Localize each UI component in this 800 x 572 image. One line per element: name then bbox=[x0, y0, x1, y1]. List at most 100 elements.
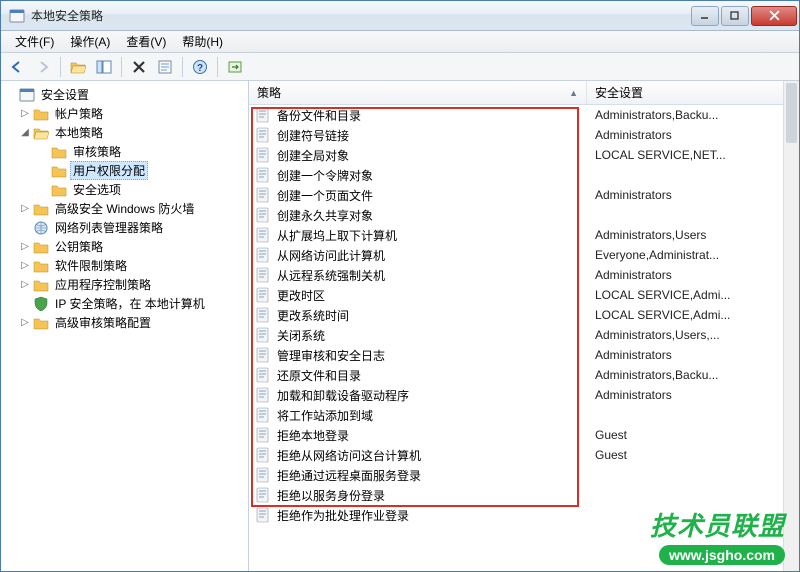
export-button[interactable] bbox=[223, 55, 247, 79]
expand-icon[interactable]: ▷ bbox=[19, 317, 31, 328]
policy-row[interactable]: 从远程系统强制关机Administrators bbox=[249, 265, 799, 285]
policy-icon bbox=[255, 147, 271, 163]
policy-row[interactable]: 将工作站添加到域 bbox=[249, 405, 799, 425]
scrollbar-thumb[interactable] bbox=[786, 83, 797, 143]
policy-row[interactable]: 拒绝通过远程桌面服务登录 bbox=[249, 465, 799, 485]
policy-name: 更改时区 bbox=[277, 287, 325, 304]
policy-name: 从远程系统强制关机 bbox=[277, 267, 385, 284]
tree-label: 高级审核策略配置 bbox=[52, 313, 154, 332]
column-setting[interactable]: 安全设置 bbox=[587, 81, 799, 104]
policy-name: 拒绝作为批处理作业登录 bbox=[277, 507, 409, 524]
tree-app-control[interactable]: ▷ 应用程序控制策略 bbox=[1, 275, 248, 294]
column-policy[interactable]: 策略▲ bbox=[249, 81, 587, 104]
policy-name: 创建永久共享对象 bbox=[277, 207, 373, 224]
expand-icon[interactable]: ▷ bbox=[19, 203, 31, 214]
policy-row[interactable]: 更改系统时间LOCAL SERVICE,Admi... bbox=[249, 305, 799, 325]
tree-label: 本地策略 bbox=[52, 123, 106, 142]
policy-row[interactable]: 拒绝本地登录Guest bbox=[249, 425, 799, 445]
tree-label: 用户权限分配 bbox=[70, 161, 148, 180]
menu-help[interactable]: 帮助(H) bbox=[174, 33, 231, 50]
menu-action[interactable]: 操作(A) bbox=[62, 33, 118, 50]
policy-setting: Administrators bbox=[587, 388, 799, 402]
policy-row[interactable]: 备份文件和目录Administrators,Backu... bbox=[249, 105, 799, 125]
watermark-title: 技术员联盟 bbox=[650, 506, 785, 543]
policy-setting: LOCAL SERVICE,Admi... bbox=[587, 308, 799, 322]
policy-icon bbox=[255, 107, 271, 123]
tree-public-key[interactable]: ▷ 公钥策略 bbox=[1, 237, 248, 256]
policy-icon bbox=[255, 367, 271, 383]
policy-row[interactable]: 创建永久共享对象 bbox=[249, 205, 799, 225]
policy-row[interactable]: 还原文件和目录Administrators,Backu... bbox=[249, 365, 799, 385]
close-button[interactable] bbox=[751, 6, 797, 26]
policy-setting: Administrators,Users bbox=[587, 228, 799, 242]
tree-label: 高级安全 Windows 防火墙 bbox=[52, 199, 197, 218]
tree-security-options[interactable]: 安全选项 bbox=[1, 180, 248, 199]
policy-row[interactable]: 创建一个页面文件Administrators bbox=[249, 185, 799, 205]
policy-setting: LOCAL SERVICE,Admi... bbox=[587, 288, 799, 302]
policy-row[interactable]: 管理审核和安全日志 Administrators bbox=[249, 345, 799, 365]
tree-root[interactable]: 安全设置 bbox=[1, 85, 248, 104]
policy-row[interactable]: 创建符号链接Administrators bbox=[249, 125, 799, 145]
policy-row[interactable]: 拒绝以服务身份登录 bbox=[249, 485, 799, 505]
collapse-icon[interactable]: ◢ bbox=[19, 127, 31, 138]
tree-label: 审核策略 bbox=[70, 142, 124, 161]
policy-name: 加载和卸载设备驱动程序 bbox=[277, 387, 409, 404]
tree-nlm[interactable]: 网络列表管理器策略 bbox=[1, 218, 248, 237]
expand-icon[interactable]: ▷ bbox=[19, 241, 31, 252]
policy-icon bbox=[255, 287, 271, 303]
tree-pane[interactable]: 安全设置 ▷ 帐户策略 ◢ 本地策略 审核策略 用户权限分配 安全选项 ▷ 高级安全 … bbox=[1, 81, 249, 571]
delete-button[interactable] bbox=[127, 55, 151, 79]
tree-label: 软件限制策略 bbox=[52, 256, 130, 275]
expand-icon[interactable]: ▷ bbox=[19, 279, 31, 290]
policy-icon bbox=[255, 427, 271, 443]
policy-icon bbox=[255, 467, 271, 483]
vertical-scrollbar[interactable] bbox=[783, 81, 799, 571]
menu-view[interactable]: 查看(V) bbox=[118, 33, 174, 50]
forward-button[interactable] bbox=[31, 55, 55, 79]
tree-label: 帐户策略 bbox=[52, 104, 106, 123]
maximize-button[interactable] bbox=[721, 6, 749, 26]
tree-label: IP 安全策略，在 本地计算机 bbox=[52, 294, 208, 313]
tree-srp[interactable]: ▷ 软件限制策略 bbox=[1, 256, 248, 275]
policy-row[interactable]: 从扩展坞上取下计算机Administrators,Users bbox=[249, 225, 799, 245]
policy-row[interactable]: 拒绝从网络访问这台计算机Guest bbox=[249, 445, 799, 465]
policy-setting: Everyone,Administrat... bbox=[587, 248, 799, 262]
policy-setting: Administrators,Users,... bbox=[587, 328, 799, 342]
policy-row[interactable]: 创建全局对象LOCAL SERVICE,NET... bbox=[249, 145, 799, 165]
tree-account-policies[interactable]: ▷ 帐户策略 bbox=[1, 104, 248, 123]
tree-label: 应用程序控制策略 bbox=[52, 275, 154, 294]
policy-name: 从网络访问此计算机 bbox=[277, 247, 385, 264]
tree-user-rights[interactable]: 用户权限分配 bbox=[1, 161, 248, 180]
policy-row[interactable]: 从网络访问此计算机 Everyone,Administrat... bbox=[249, 245, 799, 265]
policy-setting: Guest bbox=[587, 448, 799, 462]
window-buttons bbox=[691, 6, 799, 26]
policy-row[interactable]: 创建一个令牌对象 bbox=[249, 165, 799, 185]
properties-button[interactable] bbox=[153, 55, 177, 79]
policy-row[interactable]: 更改时区 LOCAL SERVICE,Admi... bbox=[249, 285, 799, 305]
sort-asc-icon: ▲ bbox=[569, 88, 578, 98]
tree-label: 公钥策略 bbox=[52, 237, 106, 256]
back-button[interactable] bbox=[5, 55, 29, 79]
tree-label: 安全设置 bbox=[38, 85, 92, 104]
policy-icon bbox=[255, 387, 271, 403]
show-hide-tree-button[interactable] bbox=[92, 55, 116, 79]
tree-adv-audit[interactable]: ▷ 高级审核策略配置 bbox=[1, 313, 248, 332]
watermark-url: www.jsgho.com bbox=[659, 545, 785, 565]
tree-local-policies[interactable]: ◢ 本地策略 bbox=[1, 123, 248, 142]
svg-text:?: ? bbox=[197, 63, 203, 74]
menu-file[interactable]: 文件(F) bbox=[7, 33, 62, 50]
list-body[interactable]: 备份文件和目录Administrators,Backu...创建符号链接Admi… bbox=[249, 105, 799, 571]
policy-row[interactable]: 关闭系统Administrators,Users,... bbox=[249, 325, 799, 345]
up-button[interactable] bbox=[66, 55, 90, 79]
policy-name: 拒绝通过远程桌面服务登录 bbox=[277, 467, 421, 484]
tree-wfas[interactable]: ▷ 高级安全 Windows 防火墙 bbox=[1, 199, 248, 218]
policy-row[interactable]: 加载和卸载设备驱动程序 Administrators bbox=[249, 385, 799, 405]
policy-setting: Administrators bbox=[587, 348, 799, 362]
minimize-button[interactable] bbox=[691, 6, 719, 26]
tree-audit-policy[interactable]: 审核策略 bbox=[1, 142, 248, 161]
expand-icon[interactable]: ▷ bbox=[19, 108, 31, 119]
tree-ipsec[interactable]: IP 安全策略，在 本地计算机 bbox=[1, 294, 248, 313]
policy-name: 管理审核和安全日志 bbox=[277, 347, 385, 364]
help-button[interactable]: ? bbox=[188, 55, 212, 79]
expand-icon[interactable]: ▷ bbox=[19, 260, 31, 271]
